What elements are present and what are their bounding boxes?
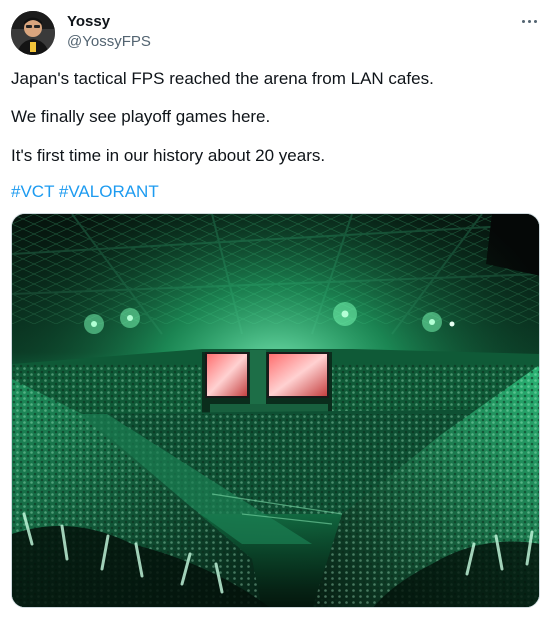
arena-photo bbox=[12, 214, 539, 607]
author-name[interactable]: Yossy bbox=[67, 13, 110, 30]
hashtag-link[interactable]: #VALORANT bbox=[59, 182, 159, 201]
author-handle[interactable]: @YossyFPS bbox=[67, 33, 151, 50]
more-dot bbox=[527, 19, 531, 23]
tweet-photo[interactable] bbox=[11, 213, 540, 608]
tweet-card: Yossy @YossyFPS Japan's tactical FPS rea… bbox=[0, 0, 550, 618]
tweet-text-line: We finally see playoff games here. bbox=[11, 107, 271, 126]
more-dot bbox=[521, 19, 525, 23]
more-options-icon[interactable] bbox=[516, 10, 542, 32]
tweet-text-line: Japan's tactical FPS reached the arena f… bbox=[11, 69, 434, 88]
avatar[interactable] bbox=[11, 11, 55, 55]
hashtag-link[interactable]: #VCT bbox=[11, 182, 54, 201]
tweet-text-line: It's first time in our history about 20 … bbox=[11, 146, 326, 165]
hashtags: #VCT #VALORANT bbox=[11, 181, 159, 203]
more-dot bbox=[533, 19, 537, 23]
